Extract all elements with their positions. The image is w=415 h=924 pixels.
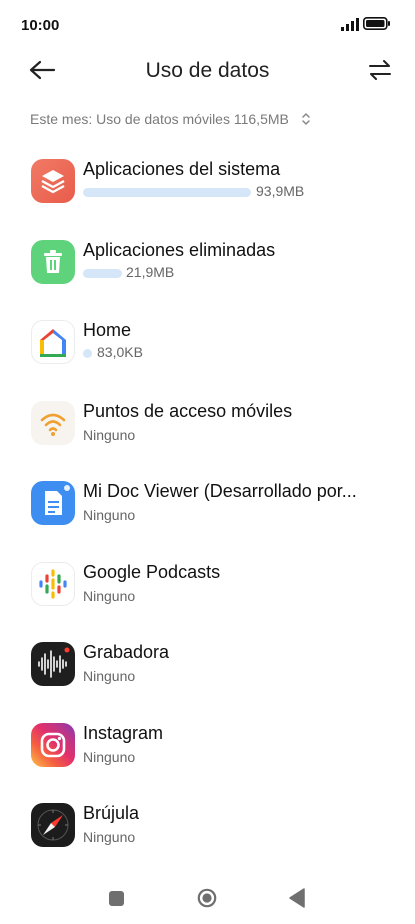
status-time: 10:00 [21,17,60,34]
page-title: Uso de datos [145,59,270,82]
app-name: Home [83,320,132,340]
app-name: Mi Doc Viewer (Desarrollado por... [83,481,357,501]
wifi-hotspot-icon [31,401,75,445]
recorder-icon [31,642,75,686]
app-header: Uso de datos [0,50,415,94]
usage-value: 21,9MB [126,264,175,280]
list-item[interactable]: Home 83,0KB [0,320,415,390]
app-name: Google Podcasts [83,562,221,582]
swap-icon[interactable] [367,58,393,82]
list-item[interactable]: Brújula Ninguno [0,803,415,873]
app-name: Aplicaciones eliminadas [83,240,276,260]
usage-bar [83,188,251,197]
usage-value: 83,0KB [97,344,143,360]
trash-icon [31,240,75,284]
home-icon[interactable] [197,888,217,908]
usage-value: Ninguno [83,668,136,684]
back-triangle-icon[interactable] [288,888,305,908]
app-name: Brújula [83,803,140,823]
list-item[interactable]: Google Podcasts Ninguno [0,562,415,632]
battery-icon [363,17,390,30]
list-item[interactable]: Puntos de acceso móviles Ninguno [0,401,415,471]
compass-icon [31,803,75,847]
list-item[interactable]: Aplicaciones eliminadas 21,9MB [0,240,415,310]
list-item[interactable]: Aplicaciones del sistema 93,9MB [0,159,415,229]
app-name: Instagram [83,723,164,743]
usage-value: Ninguno [83,588,136,604]
usage-value: Ninguno [83,829,136,845]
app-name: Puntos de acceso móviles [83,401,293,421]
usage-value: 93,9MB [256,183,305,199]
data-summary-selector[interactable]: Este mes: Uso de datos móviles 116,5MB [30,111,311,127]
usage-bar [83,349,92,358]
list-item[interactable]: Mi Doc Viewer (Desarrollado por... Ningu… [0,481,415,551]
document-icon [31,481,75,525]
signal-icon [341,18,359,31]
list-item[interactable]: Grabadora Ninguno [0,642,415,712]
chevron-up-down-icon [302,113,310,125]
recent-apps-icon[interactable] [109,891,124,906]
instagram-icon [31,723,75,767]
summary-text: Este mes: Uso de datos móviles 116,5MB [30,111,289,127]
status-bar: 10:00 [0,0,415,50]
podcasts-icon [31,562,75,606]
app-name: Aplicaciones del sistema [83,159,281,179]
layers-icon [31,159,75,203]
usage-bar [83,269,122,278]
app-name: Grabadora [83,642,170,662]
list-item[interactable]: Instagram Ninguno [0,723,415,793]
usage-value: Ninguno [83,507,136,523]
navigation-bar [0,870,415,924]
usage-value: Ninguno [83,427,136,443]
google-home-icon [31,320,75,364]
usage-value: Ninguno [83,749,136,765]
